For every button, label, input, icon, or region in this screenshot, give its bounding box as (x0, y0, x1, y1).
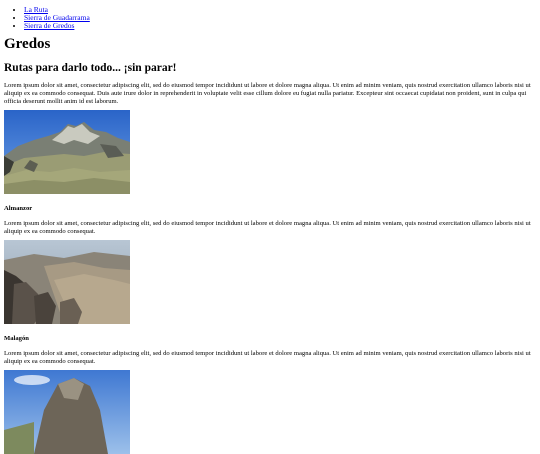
almanzor-photo (4, 110, 130, 194)
nav-item: La Ruta (24, 6, 536, 14)
peak-text-malagon: Lorem ipsum dolor sit amet, consectetur … (4, 350, 531, 365)
nav-link-sierra-de-gredos[interactable]: Sierra de Gredos (24, 21, 74, 30)
peak-title-almanzor: Almanzor (4, 205, 33, 212)
nav-item: Sierra de Gredos (24, 22, 536, 30)
page-title: Gredos (4, 36, 51, 52)
nav-list: La Ruta Sierra de Guadarrama Sierra de G… (4, 0, 536, 30)
peak-text-almanzor: Lorem ipsum dolor sit amet, consectetur … (4, 220, 531, 235)
nav-item: Sierra de Guadarrama (24, 14, 536, 22)
peak-title-malagon: Malagón (4, 335, 29, 342)
intro-paragraph: Lorem ipsum dolor sit amet, consectetur … (4, 82, 531, 105)
third-photo (4, 370, 130, 454)
page-subtitle: Rutas para darlo todo... ¡sin parar! (4, 62, 177, 74)
malagon-photo (4, 240, 130, 324)
page: La Ruta Sierra de Guadarrama Sierra de G… (0, 0, 540, 454)
